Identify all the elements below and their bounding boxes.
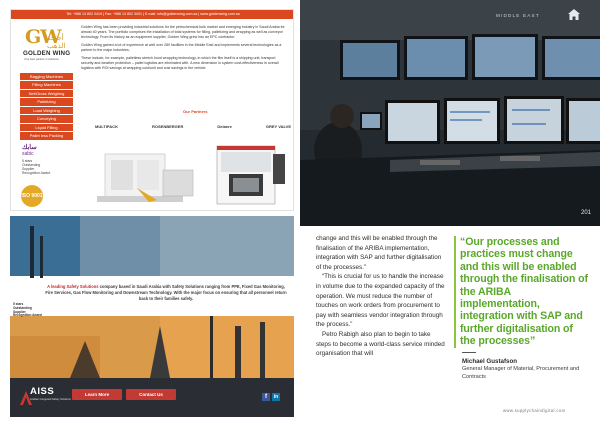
golden-wing-logo: GW أجنحة الذهب GOLDEN WING Your best par… bbox=[21, 26, 71, 66]
partner-logo: GREY VALVE bbox=[265, 124, 291, 129]
article-paragraph: “This is crucial for us to handle the in… bbox=[316, 273, 445, 329]
menu-item[interactable]: Filling Machines bbox=[20, 81, 73, 89]
section-label: MIDDLE EAST bbox=[496, 13, 540, 18]
aiss-logo-subtitle: Arabian Integrated Safety Solutions bbox=[30, 398, 71, 401]
quote-author-name: Michael Gustafson bbox=[462, 358, 518, 365]
sabic-award: سابك sabic 5 stars Outstanding Supplier … bbox=[22, 144, 62, 184]
linkedin-icon[interactable]: in bbox=[272, 393, 280, 401]
logo-arabic: أجنحة الذهب bbox=[47, 35, 66, 50]
menu-item[interactable]: Palletizing bbox=[20, 98, 73, 106]
control-room-photo bbox=[300, 0, 600, 226]
pullquote-text: “Our processes and practices must change… bbox=[460, 236, 588, 348]
iso-badge: ISO 9001 bbox=[21, 185, 43, 207]
award-line: Recognition Award bbox=[22, 171, 51, 175]
product-menu: Bagging Machines Filling Machines Net/Gr… bbox=[20, 73, 73, 141]
menu-item[interactable]: Net/Gross Weighing bbox=[20, 89, 73, 98]
contact-us-button[interactable]: Contact Us bbox=[126, 389, 176, 400]
logo-name: GOLDEN WING bbox=[23, 50, 71, 57]
site-url-link[interactable]: www.supplychaindigital.com bbox=[503, 408, 566, 413]
pullquote-rule bbox=[454, 236, 456, 348]
partner-logo: MULTIPACK bbox=[95, 124, 118, 129]
article-paragraph: Petro Rabigh also plan to begin to take … bbox=[316, 330, 445, 358]
menu-item[interactable]: Load Weighing bbox=[20, 106, 73, 115]
quote-divider bbox=[462, 352, 476, 353]
partners-title: Our Partners bbox=[183, 109, 208, 114]
menu-item[interactable]: Conveying bbox=[20, 115, 73, 123]
aiss-logo-text: AISS bbox=[30, 386, 55, 397]
wrapping-machine-image bbox=[97, 153, 194, 202]
menu-item[interactable]: Liquid Filling bbox=[20, 123, 73, 132]
logo-tagline: Your best partner in solutions bbox=[24, 58, 59, 61]
article-body: change and this will be enabled through … bbox=[316, 234, 446, 359]
partner-logo: ROSENBERGER bbox=[152, 124, 184, 129]
award-line: Recognition Award bbox=[13, 313, 42, 318]
aiss-headline: A leading Safety Solutions company based… bbox=[44, 284, 288, 302]
headline-accent: A leading Safety Solutions bbox=[47, 284, 99, 289]
sabic-logo: سابك bbox=[22, 144, 37, 151]
home-icon[interactable] bbox=[567, 8, 581, 21]
page-number: 201 bbox=[581, 210, 592, 216]
learn-more-button[interactable]: Learn More bbox=[72, 389, 122, 400]
quote-author-role: General Manager of Material, Procurement… bbox=[462, 366, 580, 380]
award-lines: 5 stars Outstanding Supplier Recognition… bbox=[22, 159, 62, 175]
article-paragraph: change and this will be enabled through … bbox=[316, 235, 442, 271]
menu-item[interactable]: Bagging Machines bbox=[20, 73, 73, 81]
award-block: 5 stars Outstanding Supplier Recognition… bbox=[13, 302, 43, 318]
advert-paragraph: Golden Wing gained a lot of experience a… bbox=[81, 43, 282, 52]
filling-machine-image bbox=[216, 145, 285, 205]
advert-paragraph: Golden Wing has been providing industria… bbox=[81, 25, 285, 39]
partner-logos: MULTIPACK ROSENBERGER Delaere GREY VALVE bbox=[95, 119, 291, 134]
facebook-icon[interactable]: f bbox=[262, 393, 270, 401]
menu-item[interactable]: Pallet less Packing bbox=[20, 132, 73, 140]
golden-wing-advert: Tel: +966 13 802 0419 | Fax: +966 13 802… bbox=[10, 9, 294, 211]
sabic-sub: sabic bbox=[22, 151, 34, 157]
partner-logo: Delaere bbox=[217, 124, 232, 129]
advert-paragraph: These include, for example, palletless s… bbox=[81, 56, 279, 70]
advert-copy: Golden Wing has been providing industria… bbox=[81, 25, 286, 74]
contact-bar: Tel: +966 13 802 0419 | Fax: +966 13 802… bbox=[11, 10, 293, 19]
